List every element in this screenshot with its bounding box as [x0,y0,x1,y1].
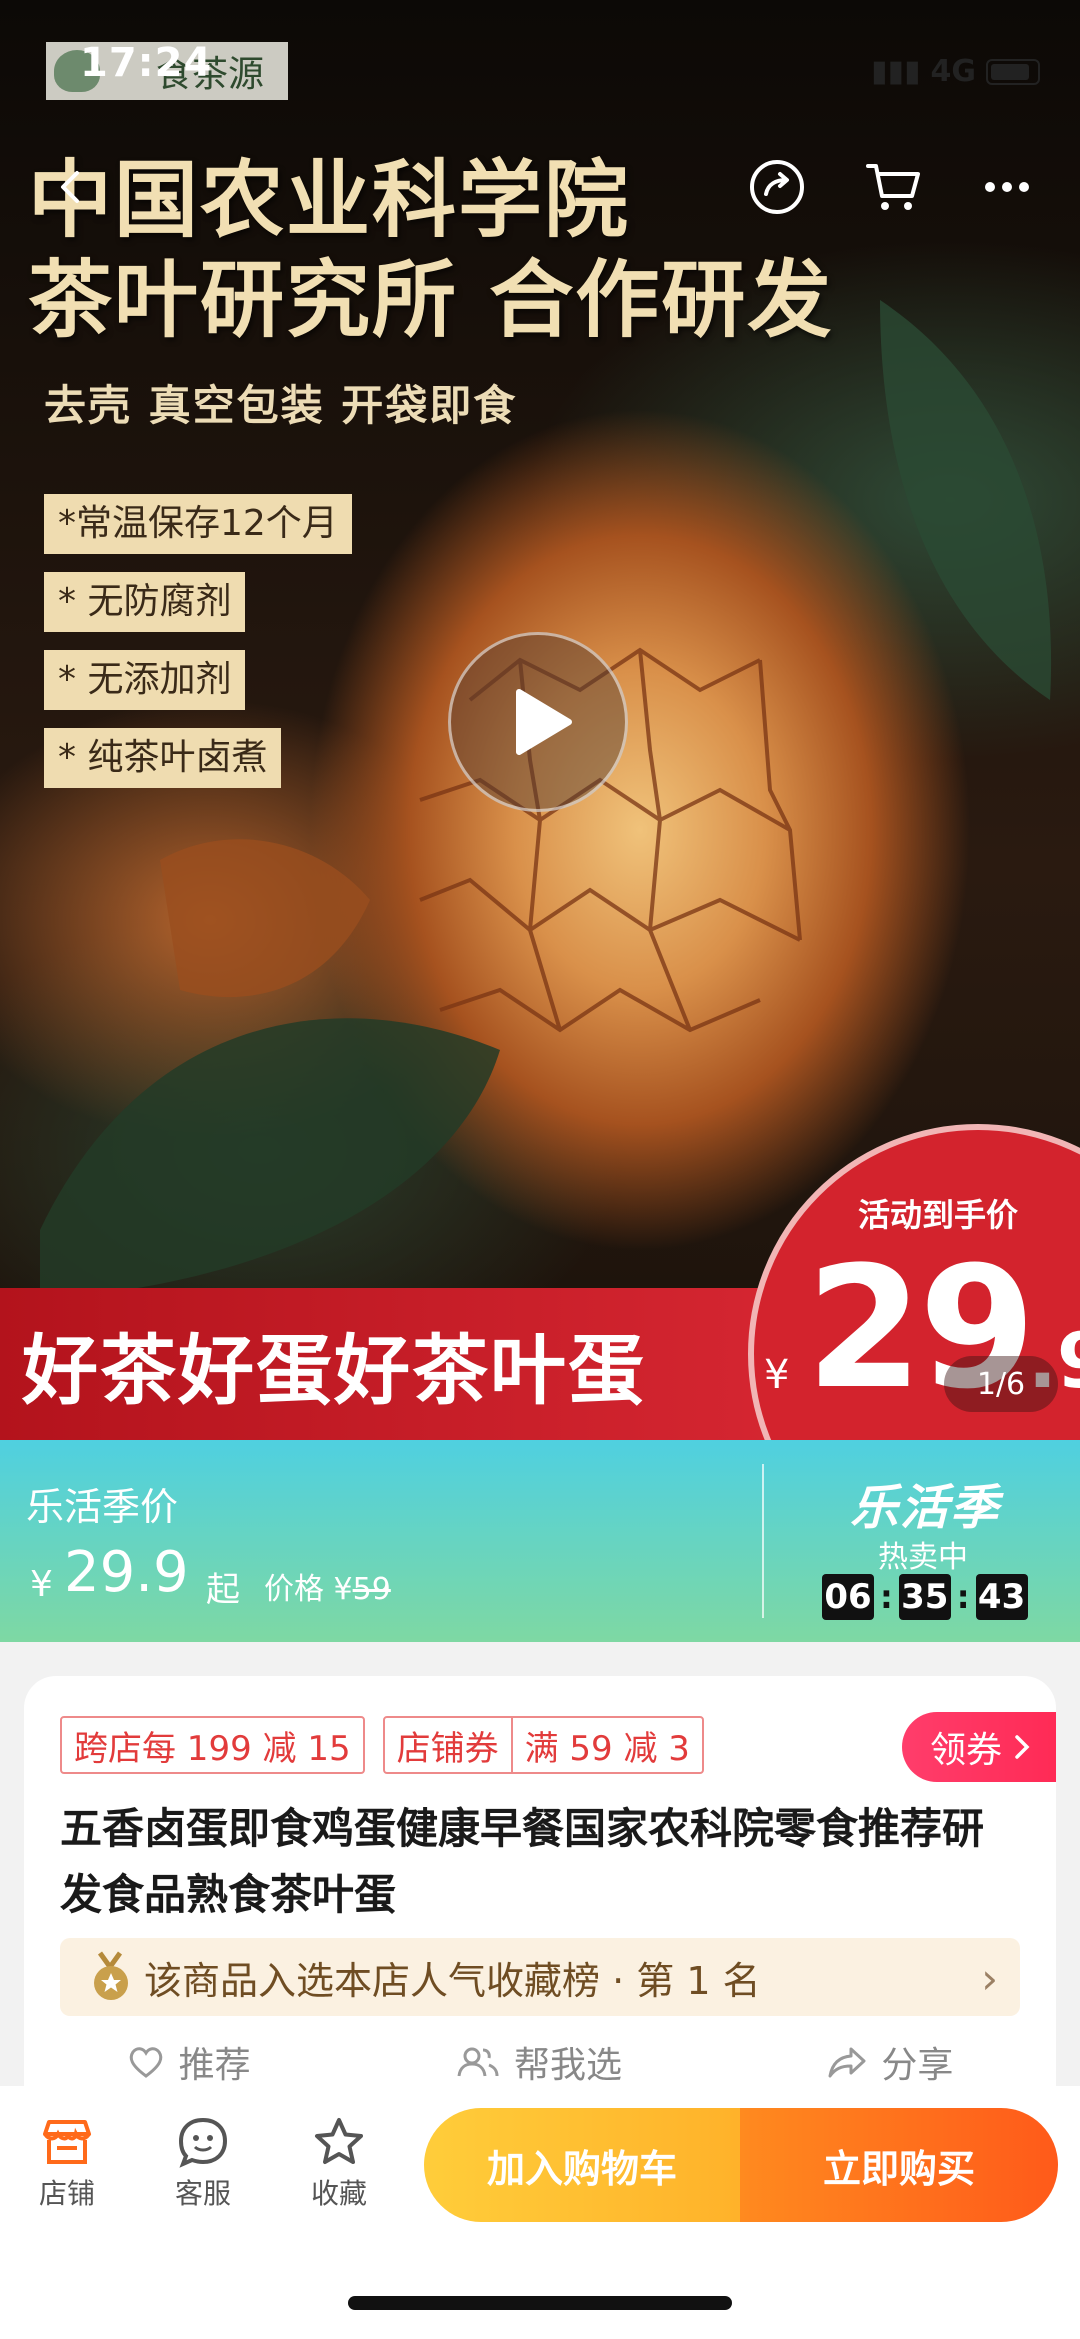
status-time: 17:24 [80,40,213,86]
original-price: 价格 ¥59 [264,1564,391,1608]
hero-headline-line1: 中国农业科学院 [28,150,631,249]
promo-price: 29.9 [64,1540,189,1605]
promo-divider [762,1464,764,1618]
customer-service-tab[interactable]: 客服 [148,2116,258,2212]
share-circle-icon [750,160,804,214]
product-title: 五香卤蛋即食鸡蛋健康早餐国家农科院零食推荐研发食品熟食茶叶蛋 [60,1804,985,1919]
play-icon [516,689,572,755]
image-pager: 1/6 [944,1356,1058,1412]
hero-headline-line2: 茶叶研究所 合作研发 [28,250,834,349]
buy-now-button[interactable]: 立即购买 [740,2108,1058,2222]
product-detail-page: 食茶源 17:24 ▮▮▮ 4G 中国农业科学院 茶叶研究所 合作研发 去壳 真… [0,0,1080,2339]
countdown-timer: 06 : 35 : 43 [822,1574,1028,1620]
action-row: 推荐 帮我选 分享 [24,2036,1056,2088]
video-play-button[interactable] [448,632,628,812]
battery-icon [986,58,1040,85]
promo-label: 乐活季价 [26,1485,179,1529]
store-tab[interactable]: 店铺 [12,2116,122,2212]
feature-tag: * 纯茶叶卤煮 [44,728,282,788]
promo-from-label: 起 [206,1570,240,1610]
recommend-action[interactable]: 推荐 [127,2036,251,2088]
cart-button[interactable] [856,150,930,224]
store-coupon-value: 满 59 减 3 [510,1718,702,1772]
store-tab-label: 店铺 [38,2177,95,2210]
home-indicator[interactable] [348,2296,732,2310]
add-to-cart-button[interactable]: 加入购物车 [424,2108,740,2222]
hero-slogan-banner: 好茶好蛋好茶叶蛋 [0,1288,780,1440]
countdown-minutes: 35 [898,1574,951,1620]
store-coupon[interactable]: 店铺券 满 59 减 3 [382,1716,704,1774]
favorite-label: 收藏 [310,2177,367,2210]
share-icon [828,2047,866,2078]
countdown-hours: 06 [822,1574,874,1620]
more-button[interactable] [970,150,1044,224]
chevron-right-icon: › [981,1954,998,2003]
original-price-label: 价格 ¥ [264,1572,353,1607]
chevron-left-icon [61,171,79,203]
hero-image-carousel[interactable]: 食茶源 17:24 ▮▮▮ 4G 中国农业科学院 茶叶研究所 合作研发 去壳 真… [0,0,1080,1440]
store-coupon-label: 店铺券 [396,1728,499,1769]
medal-icon [94,1951,128,2000]
cart-icon [866,164,920,210]
countdown-separator: : [956,1578,970,1616]
favorite-tab[interactable]: 收藏 [284,2116,394,2212]
countdown-separator: : [880,1578,893,1616]
feature-tag: * 无添加剂 [44,650,246,710]
chat-face-icon [178,2117,228,2168]
claim-coupon-label: 领券 [929,1730,1002,1771]
store-icon [43,2120,91,2164]
promo-strip: 乐活季价 ¥ 29.9 起 价格 ¥59 乐活季 热卖中 06 : 35 : 4… [0,1440,1080,1642]
share-action[interactable]: 分享 [827,2036,953,2088]
customer-service-label: 客服 [174,2177,231,2210]
hero-slogan: 好茶好蛋好茶叶蛋 [22,1326,646,1415]
promo-currency: ¥ [30,1564,53,1605]
heart-icon [129,2047,162,2078]
hero-headline: 中国农业科学院 茶叶研究所 合作研发 [28,150,833,350]
more-dots-icon [985,182,1029,192]
hot-sale-label: 热卖中 [878,1540,968,1575]
chevron-right-icon [1015,1735,1030,1759]
share-button[interactable] [740,150,814,224]
cross-store-coupon[interactable]: 跨店每 199 减 15 [60,1716,365,1774]
share-label: 分享 [881,2045,954,2086]
countdown-seconds: 43 [975,1574,1028,1620]
claim-coupon-button[interactable]: 领券 [902,1712,1056,1782]
ranking-banner[interactable]: 该商品入选本店人气收藏榜 · 第 1 名 › [60,1938,1020,2016]
original-price-value: 59 [352,1572,391,1607]
people-icon [457,2047,499,2077]
feature-tags: *常温保存12个月 * 无防腐剂 * 无添加剂 * 纯茶叶卤煮 [44,494,352,788]
star-icon [315,2118,363,2164]
help-me-choose-label: 帮我选 [513,2045,622,2086]
ranking-text: 该商品入选本店人气收藏榜 · 第 1 名 [144,1958,761,2003]
product-info-card: 跨店每 199 减 15 店铺券 满 59 减 3 领券 五香卤蛋即食鸡蛋健康早… [24,1676,1056,2096]
help-me-choose-action[interactable]: 帮我选 [456,2036,622,2088]
status-indicators: ▮▮▮ 4G [871,54,1040,89]
network-label: 4G [930,54,977,89]
feature-tag: *常温保存12个月 [44,494,352,554]
recommend-label: 推荐 [178,2045,251,2086]
signal-icon: ▮▮▮ [870,54,921,89]
coupon-list: 跨店每 199 减 15 店铺券 满 59 减 3 [60,1716,704,1774]
purchase-buttons: 加入购物车 立即购买 [424,2108,1058,2222]
season-logo: 乐活季 [850,1480,1001,1536]
feature-tag: * 无防腐剂 [44,572,246,632]
hero-subline: 去壳 真空包装 开袋即食 [44,381,518,430]
price-badge-currency: ¥ [764,1352,790,1398]
back-button[interactable] [34,150,108,224]
